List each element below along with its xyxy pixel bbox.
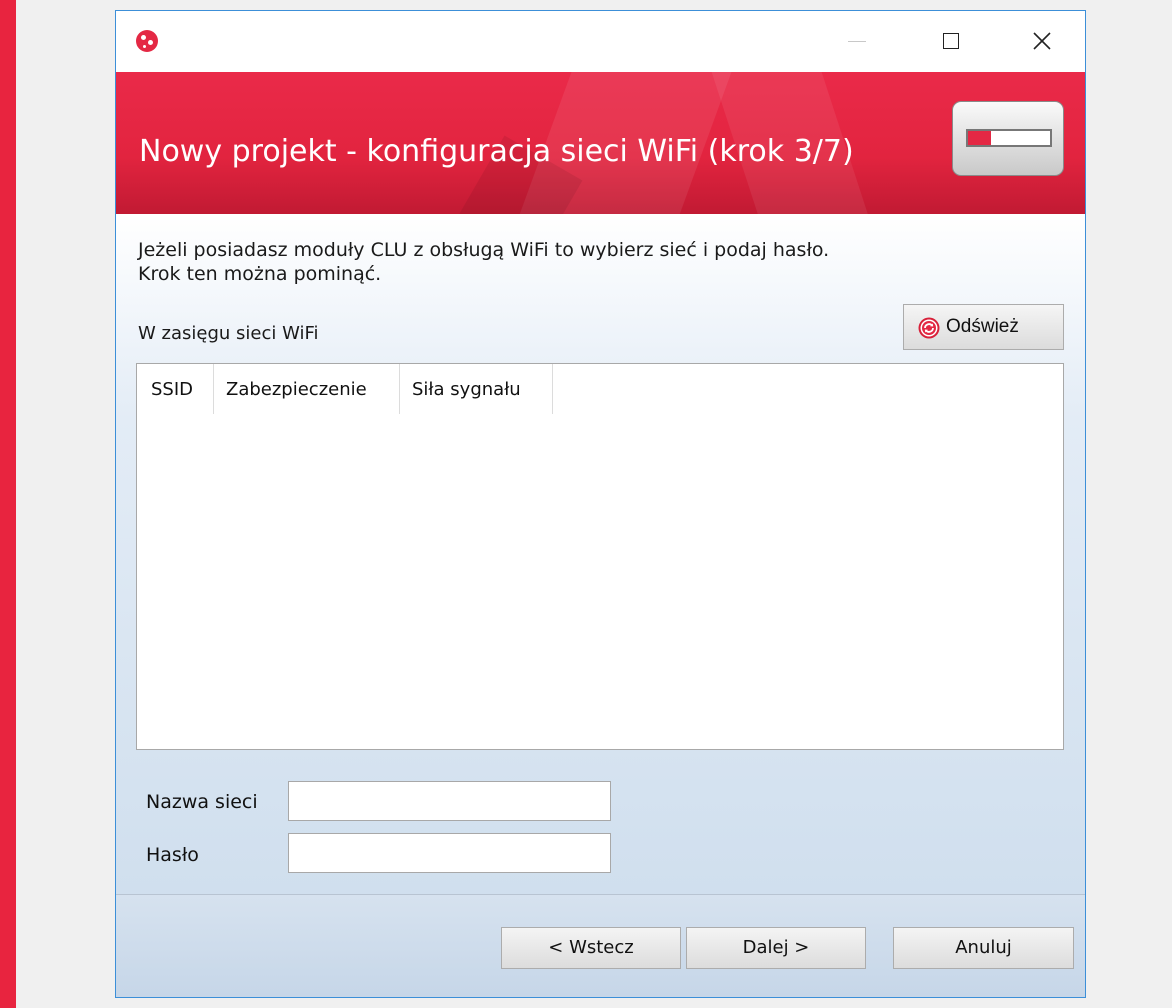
network-name-input[interactable]: [288, 781, 611, 821]
refresh-button-label: Odśwież: [946, 316, 1019, 337]
password-label: Hasło: [146, 844, 199, 866]
close-button[interactable]: [1011, 11, 1069, 72]
cancel-button[interactable]: Anuluj: [893, 927, 1074, 969]
column-header-signal-strength[interactable]: Siła sygnału: [400, 364, 553, 414]
back-button[interactable]: < Wstecz: [501, 927, 681, 969]
background-red-strip: [0, 0, 16, 1008]
refresh-icon: [918, 317, 940, 339]
page-title: Nowy projekt - konfiguracja sieci WiFi (…: [139, 134, 854, 169]
maximize-button[interactable]: [921, 11, 979, 72]
wifi-networks-table[interactable]: SSID Zabezpieczenie Siła sygnału: [136, 363, 1064, 750]
title-bar[interactable]: [116, 11, 1085, 72]
network-name-label: Nazwa sieci: [146, 791, 258, 813]
wifi-networks-label: W zasięgu sieci WiFi: [138, 323, 319, 344]
step-progress-track: [966, 129, 1052, 147]
column-header-ssid[interactable]: SSID: [137, 364, 214, 414]
wizard-footer: < Wstecz Dalej > Anuluj: [116, 895, 1085, 997]
next-button[interactable]: Dalej >: [686, 927, 866, 969]
step-progress-indicator: [952, 101, 1064, 176]
header-banner: Nowy projekt - konfiguracja sieci WiFi (…: [116, 72, 1085, 214]
step-progress-fill: [968, 131, 992, 145]
password-input[interactable]: [288, 833, 611, 873]
wizard-content: Jeżeli posiadasz moduły CLU z obsługą Wi…: [116, 214, 1085, 894]
minimize-button[interactable]: [826, 11, 884, 72]
close-icon: [1033, 32, 1051, 50]
intro-line-1: Jeżeli posiadasz moduły CLU z obsługą Wi…: [138, 239, 830, 261]
wizard-window: Nowy projekt - konfiguracja sieci WiFi (…: [115, 10, 1086, 998]
app-logo-icon: [136, 30, 158, 52]
intro-line-2: Krok ten można pominąć.: [138, 263, 382, 285]
refresh-button[interactable]: Odśwież: [903, 304, 1064, 350]
intro-text: Jeżeli posiadasz moduły CLU z obsługą Wi…: [138, 238, 1038, 286]
column-header-security[interactable]: Zabezpieczenie: [214, 364, 400, 414]
